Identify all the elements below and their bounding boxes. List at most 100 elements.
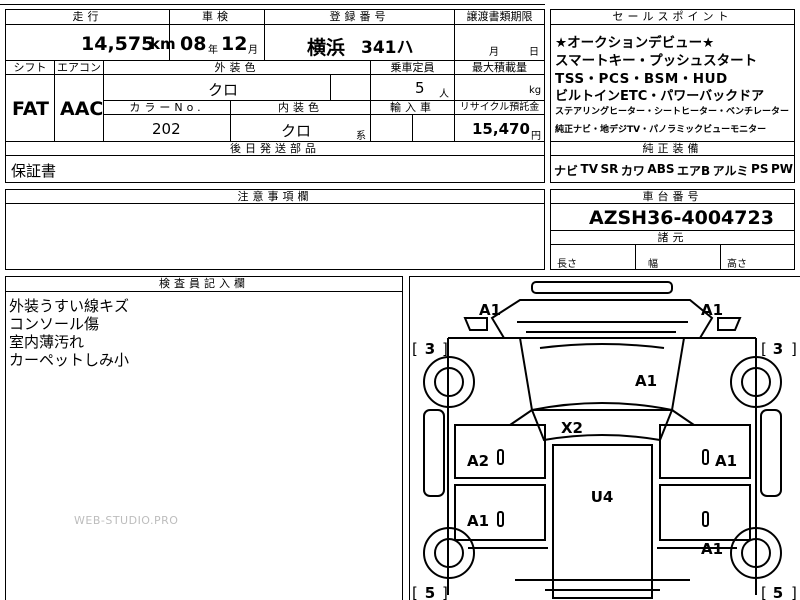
mark-hood: A1 — [635, 372, 657, 390]
mark-front-left: A1 — [479, 301, 501, 319]
shaken-month: 12 — [221, 33, 248, 55]
mark-roof: U4 — [591, 488, 614, 506]
equipment-item: ナビ — [554, 164, 579, 178]
deadline-cell: 月 日 — [454, 24, 545, 61]
shift-header: シフト — [5, 60, 55, 75]
equipment-item: PS — [751, 162, 769, 176]
tire-rl-score: 5 — [425, 584, 435, 600]
interior-color-suffix: 系 — [356, 131, 366, 142]
equipment-item: ABS — [647, 162, 675, 176]
color-no-cell: 202 — [103, 114, 231, 142]
dims-length-label: 長さ — [557, 259, 577, 270]
shaken-year: 08 — [180, 33, 207, 55]
registration-cell: 横浜 341ハ3210 — [264, 24, 455, 78]
mark-left-front-door: A2 — [467, 452, 489, 470]
equipment-item: SR — [600, 162, 619, 176]
exterior-color-cell: クロ — [103, 74, 331, 101]
svg-text:[: [ — [761, 340, 767, 358]
mark-left-rear-door: A1 — [467, 512, 489, 530]
interior-color-value: クロ — [281, 122, 312, 140]
notes-cell — [5, 203, 545, 270]
deadline-day-unit: 日 — [529, 47, 539, 58]
equipment-item: TV — [580, 162, 598, 176]
svg-text:]: ] — [791, 340, 797, 358]
mileage-header: 走行 — [5, 9, 170, 25]
aircon-cell: AAC — [54, 74, 104, 142]
shaken-month-unit: 月 — [248, 45, 258, 56]
dims-width-label: 幅 — [648, 259, 658, 270]
mileage-value: 14,575 — [81, 33, 155, 55]
shaken-header: 車検 — [169, 9, 265, 25]
aircon-header: エアコン — [54, 60, 104, 75]
chassis-cell: AZSH36-4004723 — [550, 203, 795, 231]
car-diagram: [] [] [] [] 3 3 5 5 A1 A1 A1 X2 A2 A1 U4… — [409, 276, 800, 600]
dims-width: 幅 — [635, 244, 721, 270]
later-parts-header: 後日発送部品 — [5, 141, 545, 156]
chassis-header: 車台番号 — [550, 189, 795, 204]
equipment-header: 純正装備 — [550, 141, 795, 156]
registration-header: 登録番号 — [264, 9, 455, 25]
svg-text:[: [ — [412, 340, 418, 358]
import-cell-a — [370, 114, 413, 142]
max-load-unit: kg — [529, 85, 542, 96]
svg-text:[: [ — [412, 584, 418, 600]
deadline-header: 譲渡書類期限 — [454, 9, 545, 25]
color-no-header: カラーNo. — [103, 100, 231, 115]
mark-right-rear-door: A1 — [701, 540, 723, 558]
mark-front-right: A1 — [701, 301, 723, 319]
registration-area: 横浜 — [307, 37, 346, 59]
aircon-value: AAC — [60, 98, 104, 120]
import-header: 輸入車 — [370, 100, 455, 115]
mark-windshield: X2 — [561, 419, 583, 437]
svg-text:]: ] — [442, 584, 448, 600]
capacity-header: 乗車定員 — [370, 60, 455, 75]
interior-color-cell: クロ 系 — [230, 114, 371, 142]
equipment-item: カワ — [620, 164, 645, 178]
max-load-cell: kg — [454, 74, 545, 101]
shaken-cell: 08 年 12 月 — [169, 24, 265, 61]
sales-point-line-2: スマートキー・プッシュスタート — [555, 53, 758, 69]
equipment-cell: ナビ TV SR カワ ABS エアB アルミ PS PW — [550, 155, 795, 183]
equipment-item: エアB — [676, 164, 711, 178]
recycle-cell: 15,470 円 — [454, 114, 545, 142]
later-parts-value: 保証書 — [11, 162, 57, 180]
exterior-color-cell-2 — [330, 74, 371, 101]
chassis-value: AZSH36-4004723 — [589, 207, 774, 229]
inspector-header: 検査員記入欄 — [5, 276, 403, 292]
inspector-cell: 外装うすい線キズ コンソール傷 室内薄汚れ カーペットしみ小 — [5, 291, 403, 600]
exterior-color-value: クロ — [208, 81, 239, 99]
sales-point-line-1: ★オークションデビュー★ — [555, 35, 715, 51]
dims-header: 諸元 — [550, 230, 795, 245]
inspector-note-4: カーペットしみ小 — [9, 351, 130, 369]
interior-color-header: 内装色 — [230, 100, 371, 115]
svg-text:]: ] — [442, 340, 448, 358]
tire-fl-score: 3 — [425, 340, 435, 358]
shift-cell: FAT — [5, 74, 55, 142]
capacity-cell: 5 人 — [370, 74, 455, 101]
shift-value: FAT — [12, 98, 49, 120]
sales-point-cell: ★オークションデビュー★ スマートキー・プッシュスタート TSS・PCS・BSM… — [550, 24, 795, 142]
equipment-item: アルミ — [712, 164, 749, 178]
shaken-year-unit: 年 — [208, 45, 218, 56]
recycle-value: 15,470 — [472, 120, 530, 138]
svg-text:]: ] — [791, 584, 797, 600]
exterior-color-header: 外装色 — [103, 60, 371, 75]
sales-point-line-3: TSS・PCS・BSM・HUD — [555, 71, 728, 87]
dims-length: 長さ — [550, 244, 636, 270]
deadline-month-unit: 月 — [489, 47, 499, 58]
dims-height: 高さ — [720, 244, 795, 270]
capacity-value: 5 — [415, 79, 425, 97]
mileage-cell: 14,575 km — [5, 24, 176, 61]
watermark: WEB-STUDIO.PRO — [74, 514, 179, 527]
equipment-item: PW — [770, 162, 793, 176]
car-outline: [] [] [] [] 3 3 5 5 A1 A1 A1 X2 A2 A1 U4… — [412, 281, 797, 600]
import-cell-b — [412, 114, 455, 142]
dims-height-label: 高さ — [727, 259, 747, 270]
recycle-header: リサイクル預託金 — [454, 100, 545, 115]
mark-right-front-door: A1 — [715, 452, 737, 470]
sales-point-line-5: ステアリングヒーター・シートヒーター・ベンチレーター — [555, 107, 790, 117]
color-no-value: 202 — [152, 120, 181, 138]
tire-fr-score: 3 — [773, 340, 783, 358]
max-load-header: 最大積載量 — [454, 60, 545, 75]
sales-point-line-6: 純正ナビ・地デジTV・パノラミックビューモニター — [555, 125, 767, 135]
